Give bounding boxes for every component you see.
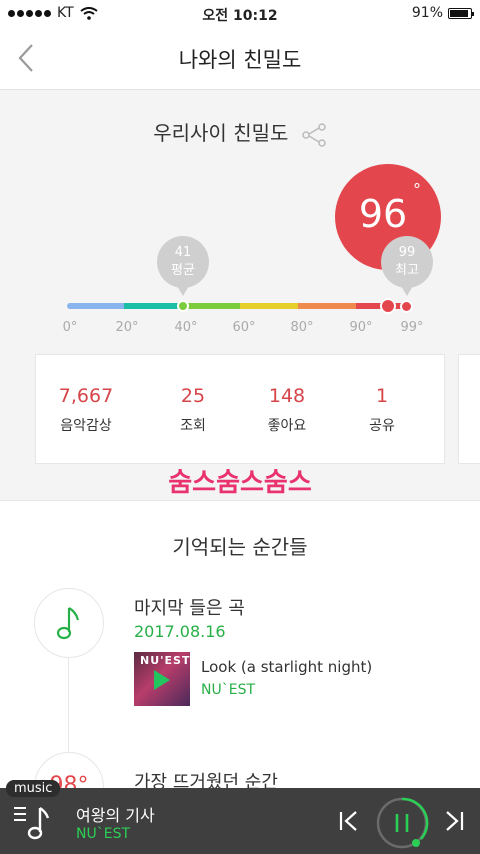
- gauge-segment: [182, 303, 240, 309]
- average-label: 평균: [171, 263, 195, 278]
- stat-label: 공유: [369, 418, 395, 434]
- status-right: 91%: [411, 5, 474, 21]
- song-artist[interactable]: NU`EST: [201, 682, 255, 698]
- stat-shares: 1 공유: [332, 385, 432, 435]
- next-card-peek[interactable]: [458, 354, 480, 464]
- stat-label: 조회: [180, 418, 206, 434]
- highest-value: 99: [398, 245, 416, 260]
- gauge-segment: [298, 303, 356, 309]
- battery-icon: [448, 7, 474, 19]
- my-score-degree: °: [413, 180, 421, 199]
- pink-overlay-text: 숨스숨스숨스: [168, 468, 312, 498]
- nav-bar: 나와의 친밀도: [0, 28, 480, 90]
- skip-next-icon: [446, 811, 464, 831]
- previous-button[interactable]: [338, 810, 360, 836]
- closeness-title-row: 우리사이 친밀도: [0, 117, 480, 147]
- tick-label: 0°: [62, 320, 78, 335]
- battery-percent: 91%: [411, 5, 443, 21]
- last-heard-circle: [34, 588, 104, 658]
- battery-fill: [450, 9, 469, 17]
- play-icon: [154, 670, 170, 690]
- pause-button[interactable]: [375, 796, 429, 854]
- music-tag: music: [6, 780, 61, 797]
- closeness-title: 우리사이 친밀도: [153, 121, 289, 145]
- tick-label: 90°: [349, 320, 373, 335]
- stat-label: 좋아요: [267, 418, 307, 434]
- album-art[interactable]: NU'EST: [134, 652, 190, 706]
- pause-icon: [376, 797, 429, 849]
- tick-label: 40°: [174, 320, 198, 335]
- now-playing-title[interactable]: 여왕의 기사: [76, 802, 155, 826]
- stat-views: 25 조회: [143, 385, 243, 435]
- stat-likes: 148 좋아요: [237, 385, 337, 435]
- tick-label: 99°: [400, 320, 424, 335]
- stat-label: 음악감상: [60, 418, 112, 434]
- highest-label: 최고: [395, 263, 419, 278]
- status-time: 오전 10:12: [202, 8, 278, 24]
- stat-listens: 7,667 음악감상: [36, 385, 136, 435]
- average-marker: [177, 300, 189, 312]
- gauge-segment: [240, 303, 298, 309]
- now-playing-artist[interactable]: NU`EST: [76, 826, 130, 842]
- playlist-icon: [14, 807, 50, 840]
- last-heard-title: 마지막 들은 곡: [134, 598, 245, 619]
- last-heard-date: 2017.08.16: [134, 622, 226, 641]
- stat-value: 25: [180, 385, 206, 407]
- page-title: 나와의 친밀도: [178, 48, 302, 72]
- mini-player: 여왕의 기사 NU`EST: [0, 788, 480, 854]
- playlist-button[interactable]: [12, 802, 52, 846]
- gauge-segment: [67, 303, 124, 309]
- closeness-gauge: [67, 303, 408, 309]
- stats-card[interactable]: 7,667 음악감상 25 조회 148 좋아요 1 공유: [35, 354, 445, 464]
- average-value: 41: [174, 245, 192, 260]
- gauge-segment: [124, 303, 182, 309]
- average-bubble: 41 평균: [157, 236, 209, 296]
- tick-label: 20°: [115, 320, 139, 335]
- my-score-marker: [380, 298, 396, 314]
- album-art-text: NU'EST: [140, 654, 190, 667]
- highest-marker: [400, 300, 413, 313]
- highest-bubble: 99 최고: [381, 236, 433, 296]
- moments-title: 기억되는 순간들: [172, 535, 308, 559]
- stat-value: 7,667: [58, 385, 114, 407]
- skip-previous-icon: [339, 811, 357, 831]
- status-bar: KT 오전 10:12 91%: [0, 0, 480, 28]
- music-note-icon: [56, 607, 80, 640]
- gauge-ticks: 0° 20° 40° 60° 80° 90° 99°: [0, 320, 480, 338]
- tick-label: 60°: [232, 320, 256, 335]
- share-icon[interactable]: [301, 122, 327, 147]
- stat-value: 148: [268, 385, 306, 407]
- tick-label: 80°: [290, 320, 314, 335]
- next-button[interactable]: [443, 810, 465, 836]
- stat-value: 1: [375, 385, 389, 407]
- song-title[interactable]: Look (a starlight night): [201, 658, 372, 676]
